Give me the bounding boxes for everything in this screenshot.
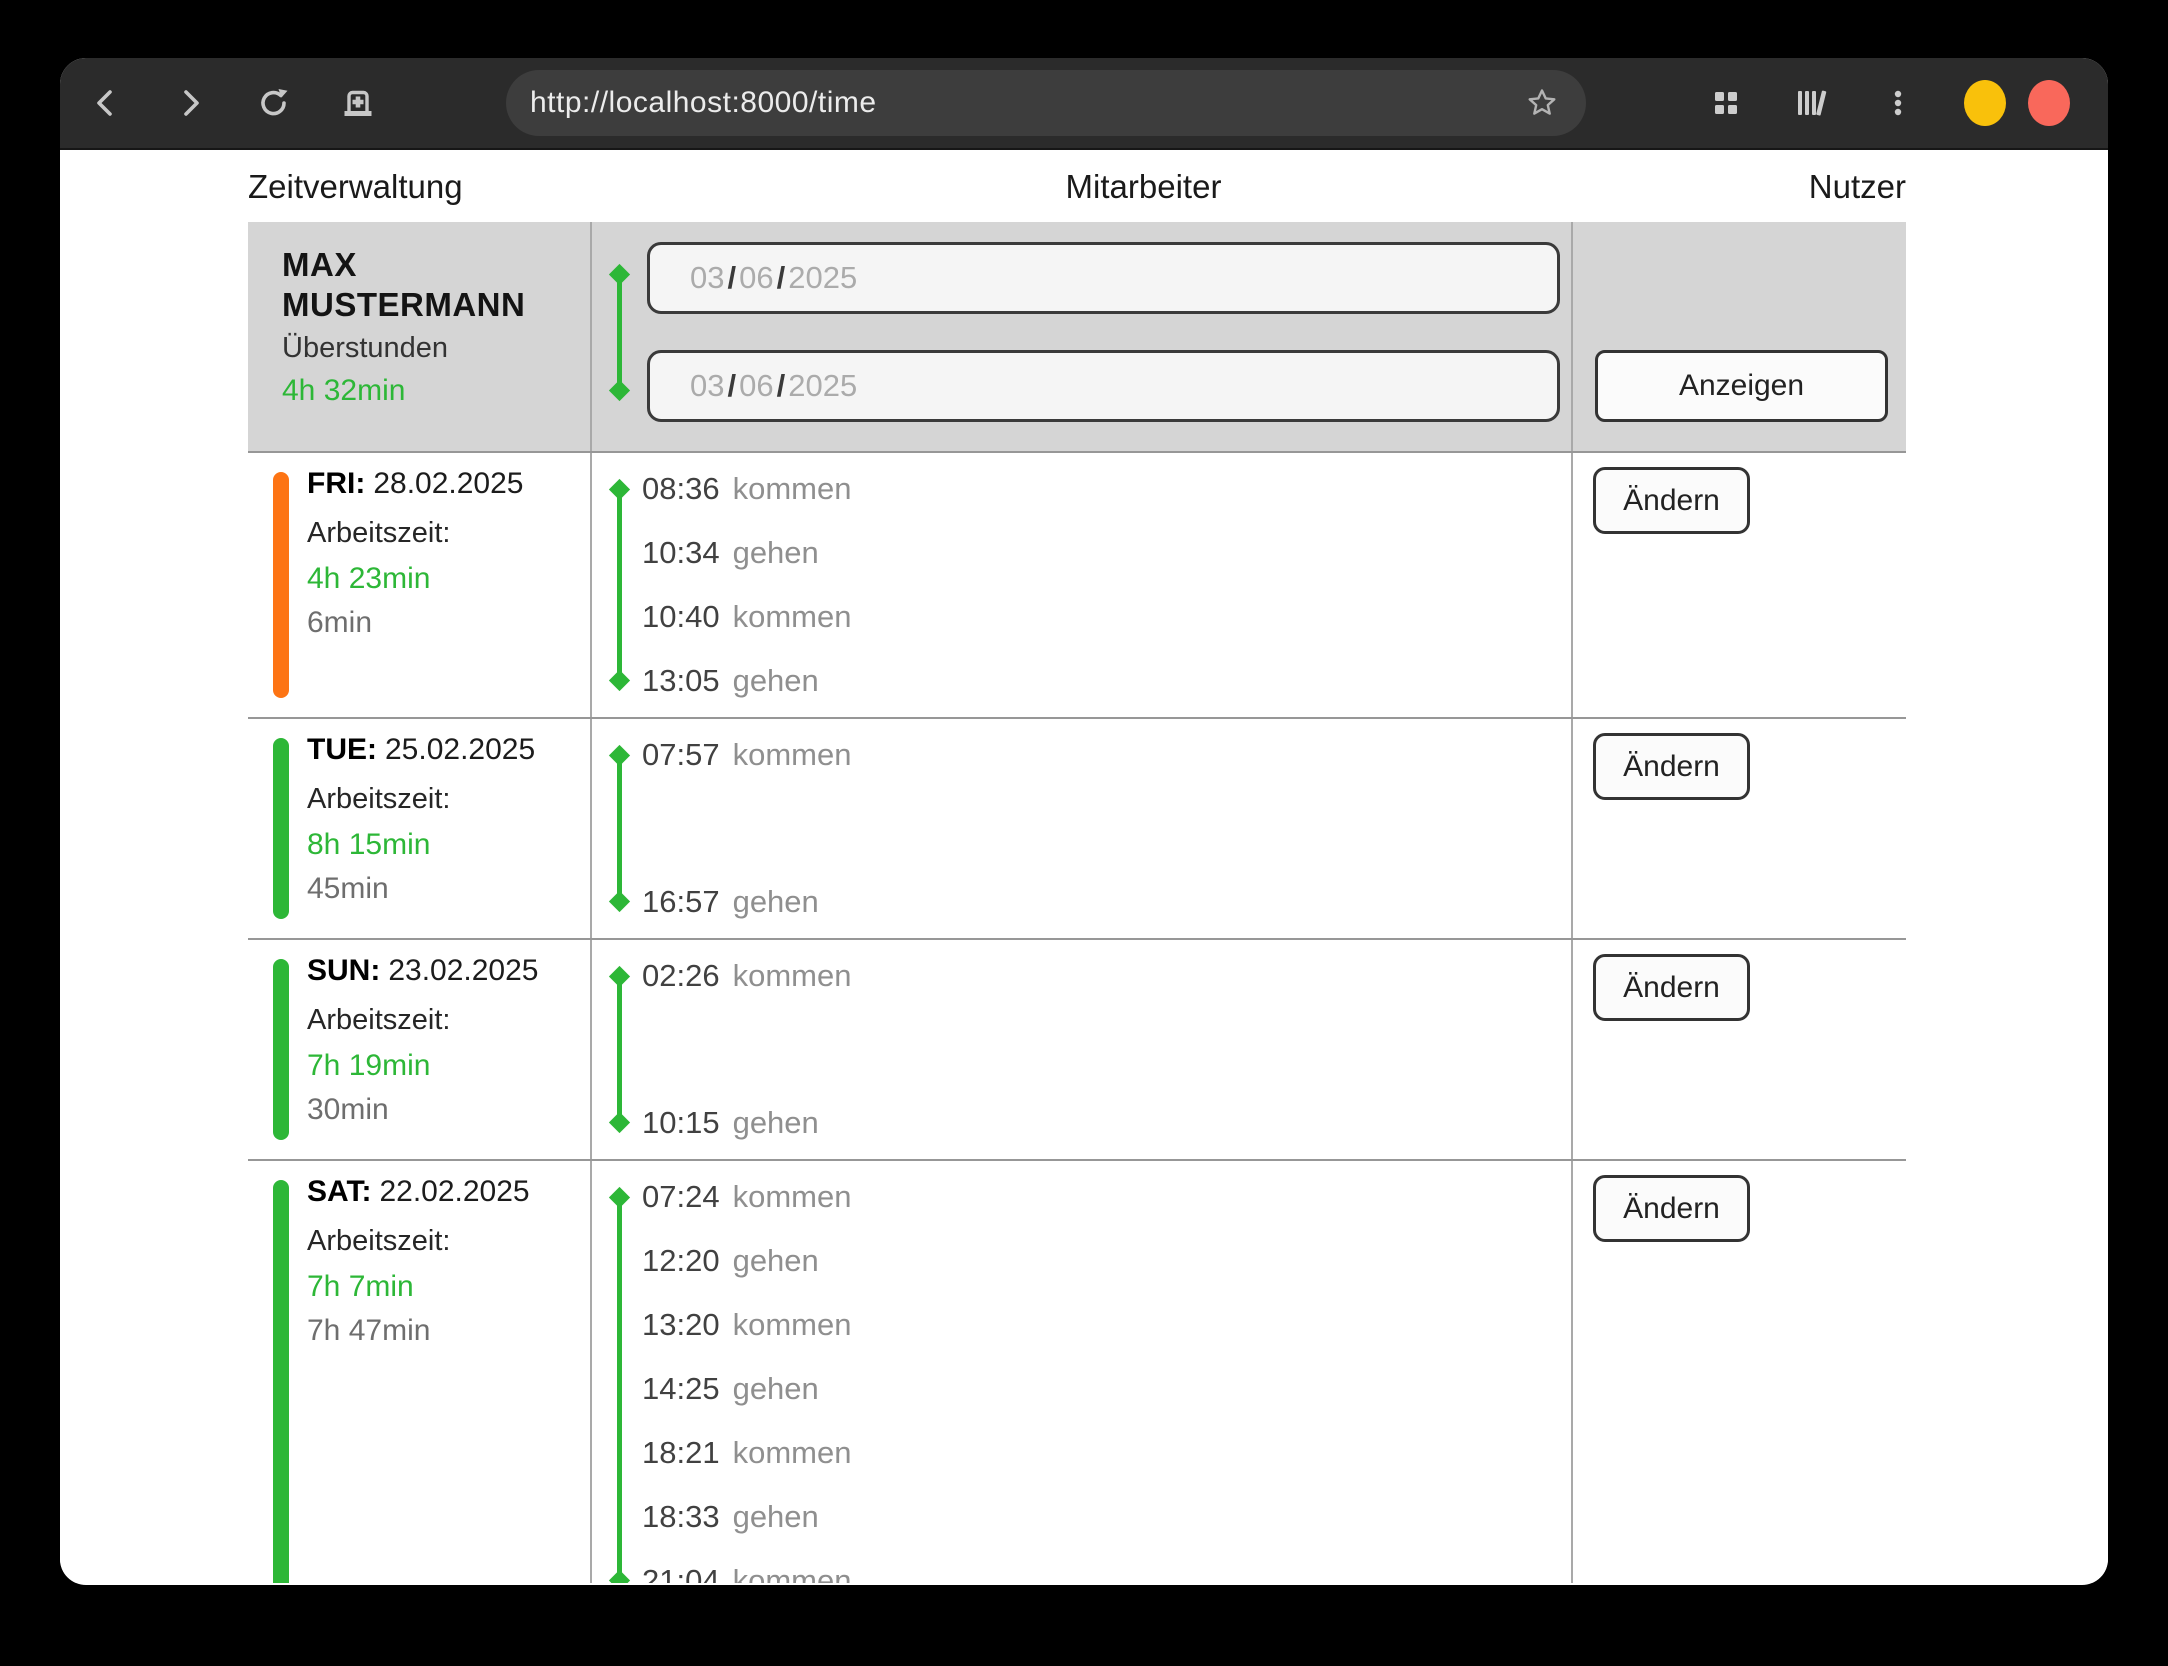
time-entry: 21:04kommen — [642, 1559, 1571, 1583]
date-from-input[interactable]: 03/06/2025 — [647, 242, 1560, 314]
aendern-button[interactable]: Ändern — [1593, 733, 1750, 800]
worktime-value: 4h 23min — [307, 562, 523, 596]
worktime-label: Arbeitszeit: — [307, 1004, 539, 1037]
aendern-button[interactable]: Ändern — [1593, 467, 1750, 534]
day-status-bar — [273, 738, 289, 919]
nav-item-nutzer[interactable]: Nutzer — [1809, 168, 1906, 206]
date-label: 25.02.2025 — [385, 733, 535, 766]
time-entry: 10:34gehen — [642, 531, 1571, 575]
time-entries: 07:24kommen 12:20gehen 13:20kommen 14:25geh… — [592, 1161, 1571, 1583]
time-entry: 07:24kommen — [642, 1175, 1571, 1219]
page-content: Zeitverwaltung Mitarbeiter Nutzer MAX MU… — [60, 150, 2108, 1583]
overtime-label: Überstunden — [282, 332, 590, 365]
top-navigation: Zeitverwaltung Mitarbeiter Nutzer — [248, 168, 1906, 206]
date-label: 22.02.2025 — [379, 1175, 529, 1208]
summary-row: MAX MUSTERMANN Überstunden 4h 32min 03/0… — [248, 222, 1906, 453]
url-text[interactable]: http://localhost:8000/time — [530, 86, 1522, 120]
day-rows: FRI:28.02.2025 Arbeitszeit: 4h 23min 6mi… — [248, 453, 1906, 1583]
breaktime-value: 6min — [307, 606, 523, 640]
time-entry: 08:36kommen — [642, 467, 1571, 511]
browser-toolbar: http://localhost:8000/time — [60, 58, 2108, 150]
worktime-value: 8h 15min — [307, 828, 535, 862]
worktime-label: Arbeitszeit: — [307, 783, 535, 816]
library-icon[interactable] — [1792, 83, 1832, 123]
menu-kebab-icon[interactable] — [1878, 83, 1918, 123]
aendern-button[interactable]: Ändern — [1593, 954, 1750, 1021]
worktime-value: 7h 7min — [307, 1270, 530, 1304]
day-status-bar — [273, 959, 289, 1140]
aendern-button[interactable]: Ändern — [1593, 1175, 1750, 1242]
day-status-bar — [273, 1180, 289, 1583]
weekday-label: SAT: — [307, 1175, 371, 1208]
tab-grid-icon[interactable] — [1706, 83, 1746, 123]
time-entry: 14:25gehen — [642, 1367, 1571, 1411]
time-entry: 10:40kommen — [642, 595, 1571, 639]
time-entry: 10:15gehen — [642, 1101, 1571, 1145]
anzeigen-button[interactable]: Anzeigen — [1595, 350, 1888, 422]
time-entry: 13:05gehen — [642, 659, 1571, 703]
worktime-value: 7h 19min — [307, 1049, 539, 1083]
new-tab-icon[interactable] — [338, 83, 378, 123]
day-row: SAT:22.02.2025 Arbeitszeit: 7h 7min 7h 4… — [248, 1161, 1906, 1583]
time-entry: 13:20kommen — [642, 1303, 1571, 1347]
employee-name-line1: MAX — [282, 245, 590, 285]
breaktime-value: 30min — [307, 1093, 539, 1127]
nav-item-zeitverwaltung[interactable]: Zeitverwaltung — [248, 168, 590, 206]
time-entry: 18:21kommen — [642, 1431, 1571, 1475]
employee-name-line2: MUSTERMANN — [282, 285, 590, 325]
date-to-input[interactable]: 03/06/2025 — [647, 350, 1560, 422]
time-entry: 07:57kommen — [642, 733, 1571, 777]
weekday-label: SUN: — [307, 954, 380, 987]
breaktime-value: 7h 47min — [307, 1314, 530, 1348]
day-status-bar — [273, 472, 289, 698]
day-row: SUN:23.02.2025 Arbeitszeit: 7h 19min 30m… — [248, 940, 1906, 1161]
time-entries: 07:57kommen 16:57gehen — [592, 719, 1571, 938]
nav-item-mitarbeiter[interactable]: Mitarbeiter — [1066, 168, 1222, 206]
weekday-label: TUE: — [307, 733, 377, 766]
date-label: 23.02.2025 — [388, 954, 538, 987]
time-entry: 18:33gehen — [642, 1495, 1571, 1539]
bookmark-star-icon[interactable] — [1522, 83, 1562, 123]
forward-icon[interactable] — [170, 83, 210, 123]
day-row: TUE:25.02.2025 Arbeitszeit: 8h 15min 45m… — [248, 719, 1906, 940]
browser-window: http://localhost:8000/time — [60, 58, 2108, 1585]
day-timeline — [617, 489, 622, 681]
time-table: MAX MUSTERMANN Überstunden 4h 32min 03/0… — [248, 222, 1906, 1583]
date-range-timeline — [617, 274, 622, 391]
minimize-button[interactable] — [1964, 80, 2006, 126]
time-entry: 16:57gehen — [642, 880, 1571, 924]
time-entries: 08:36kommen 10:34gehen 10:40kommen 13:05geh… — [592, 453, 1571, 717]
day-timeline — [617, 1197, 622, 1581]
back-icon[interactable] — [86, 83, 126, 123]
day-timeline — [617, 976, 622, 1123]
weekday-label: FRI: — [307, 467, 365, 500]
time-entry: 02:26kommen — [642, 954, 1571, 998]
url-bar[interactable]: http://localhost:8000/time — [506, 70, 1586, 136]
reload-icon[interactable] — [254, 83, 294, 123]
time-entries: 02:26kommen 10:15gehen — [592, 940, 1571, 1159]
close-button[interactable] — [2028, 80, 2070, 126]
day-timeline — [617, 755, 622, 902]
date-label: 28.02.2025 — [373, 467, 523, 500]
worktime-label: Arbeitszeit: — [307, 1225, 530, 1258]
day-row: FRI:28.02.2025 Arbeitszeit: 4h 23min 6mi… — [248, 453, 1906, 719]
breaktime-value: 45min — [307, 872, 535, 906]
overtime-value: 4h 32min — [282, 374, 590, 408]
time-entry: 12:20gehen — [642, 1239, 1571, 1283]
worktime-label: Arbeitszeit: — [307, 517, 523, 550]
